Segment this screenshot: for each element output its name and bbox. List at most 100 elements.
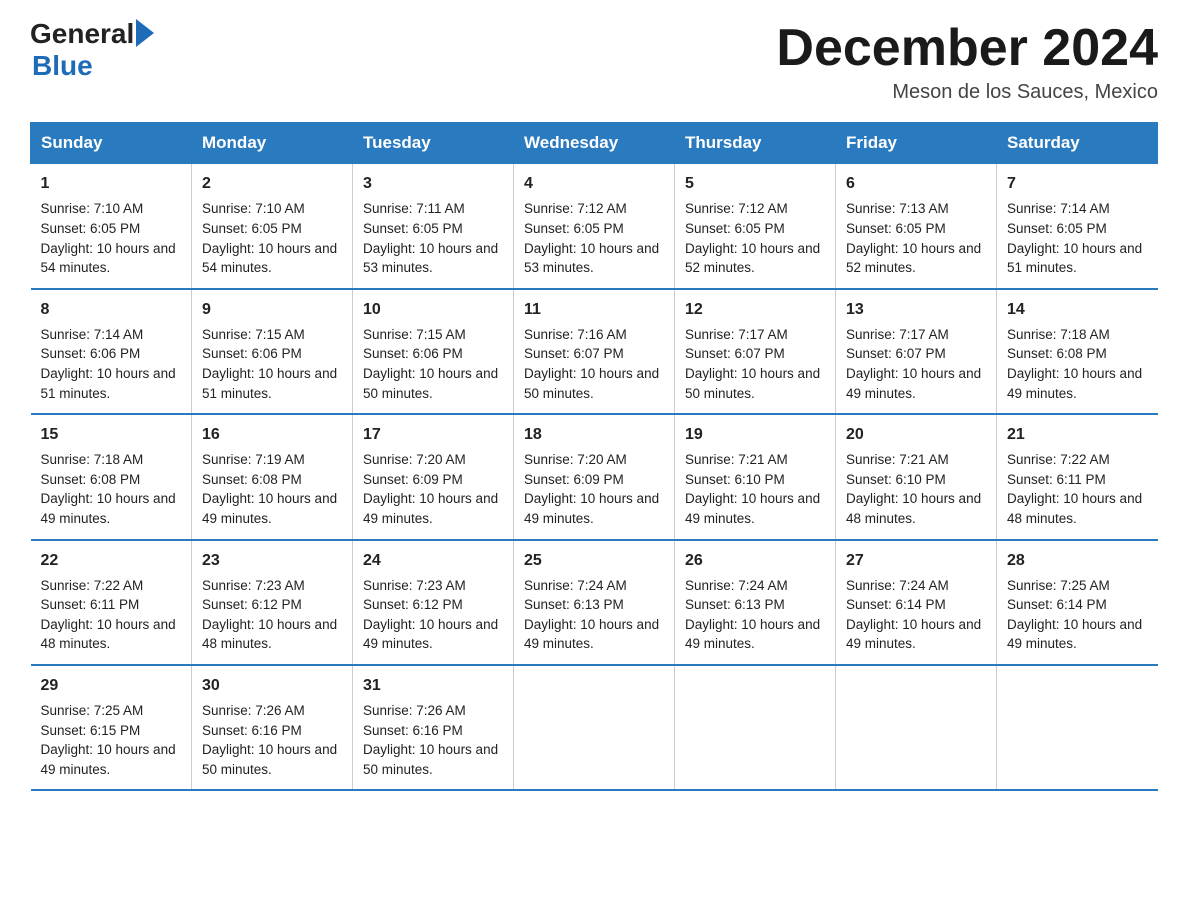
logo-general-text: General: [30, 20, 134, 48]
sunset-label: Sunset: 6:05 PM: [685, 221, 785, 236]
daylight-label: Daylight: 10 hours and 53 minutes.: [524, 241, 659, 276]
calendar-day-cell: [675, 665, 836, 790]
calendar-day-cell: [514, 665, 675, 790]
sunrise-label: Sunrise: 7:25 AM: [1007, 578, 1110, 593]
calendar-table: SundayMondayTuesdayWednesdayThursdayFrid…: [30, 122, 1158, 791]
daylight-label: Daylight: 10 hours and 49 minutes.: [846, 617, 981, 652]
sunrise-label: Sunrise: 7:10 AM: [202, 201, 305, 216]
calendar-day-cell: [836, 665, 997, 790]
calendar-day-cell: 20Sunrise: 7:21 AMSunset: 6:10 PMDayligh…: [836, 414, 997, 539]
sunrise-label: Sunrise: 7:21 AM: [846, 452, 949, 467]
day-number: 28: [1007, 549, 1148, 572]
calendar-day-cell: 18Sunrise: 7:20 AMSunset: 6:09 PMDayligh…: [514, 414, 675, 539]
calendar-day-cell: 21Sunrise: 7:22 AMSunset: 6:11 PMDayligh…: [997, 414, 1158, 539]
calendar-header-monday: Monday: [192, 123, 353, 164]
calendar-week-row: 22Sunrise: 7:22 AMSunset: 6:11 PMDayligh…: [31, 540, 1158, 665]
sunset-label: Sunset: 6:08 PM: [202, 472, 302, 487]
day-number: 15: [41, 423, 182, 446]
sunrise-label: Sunrise: 7:18 AM: [1007, 327, 1110, 342]
sunrise-label: Sunrise: 7:25 AM: [41, 703, 144, 718]
daylight-label: Daylight: 10 hours and 48 minutes.: [1007, 491, 1142, 526]
sunset-label: Sunset: 6:11 PM: [1007, 472, 1106, 487]
daylight-label: Daylight: 10 hours and 51 minutes.: [202, 366, 337, 401]
calendar-day-cell: 10Sunrise: 7:15 AMSunset: 6:06 PMDayligh…: [353, 289, 514, 414]
sunset-label: Sunset: 6:08 PM: [41, 472, 141, 487]
calendar-header-thursday: Thursday: [675, 123, 836, 164]
calendar-day-cell: 30Sunrise: 7:26 AMSunset: 6:16 PMDayligh…: [192, 665, 353, 790]
sunset-label: Sunset: 6:13 PM: [524, 597, 624, 612]
sunrise-label: Sunrise: 7:23 AM: [363, 578, 466, 593]
calendar-day-cell: 22Sunrise: 7:22 AMSunset: 6:11 PMDayligh…: [31, 540, 192, 665]
day-number: 31: [363, 674, 503, 697]
day-number: 5: [685, 172, 825, 195]
sunrise-label: Sunrise: 7:15 AM: [363, 327, 466, 342]
sunrise-label: Sunrise: 7:10 AM: [41, 201, 144, 216]
location: Meson de los Sauces, Mexico: [776, 81, 1158, 104]
sunset-label: Sunset: 6:05 PM: [524, 221, 624, 236]
daylight-label: Daylight: 10 hours and 53 minutes.: [363, 241, 498, 276]
calendar-day-cell: 26Sunrise: 7:24 AMSunset: 6:13 PMDayligh…: [675, 540, 836, 665]
calendar-header-friday: Friday: [836, 123, 997, 164]
sunrise-label: Sunrise: 7:22 AM: [41, 578, 144, 593]
sunset-label: Sunset: 6:16 PM: [363, 723, 463, 738]
day-number: 8: [41, 298, 182, 321]
calendar-week-row: 29Sunrise: 7:25 AMSunset: 6:15 PMDayligh…: [31, 665, 1158, 790]
daylight-label: Daylight: 10 hours and 50 minutes.: [202, 742, 337, 777]
daylight-label: Daylight: 10 hours and 49 minutes.: [363, 617, 498, 652]
calendar-day-cell: 29Sunrise: 7:25 AMSunset: 6:15 PMDayligh…: [31, 665, 192, 790]
day-number: 25: [524, 549, 664, 572]
sunset-label: Sunset: 6:10 PM: [846, 472, 946, 487]
daylight-label: Daylight: 10 hours and 48 minutes.: [202, 617, 337, 652]
calendar-day-cell: 13Sunrise: 7:17 AMSunset: 6:07 PMDayligh…: [836, 289, 997, 414]
day-number: 10: [363, 298, 503, 321]
sunset-label: Sunset: 6:15 PM: [41, 723, 141, 738]
sunrise-label: Sunrise: 7:14 AM: [1007, 201, 1110, 216]
day-number: 17: [363, 423, 503, 446]
sunrise-label: Sunrise: 7:11 AM: [363, 201, 465, 216]
sunrise-label: Sunrise: 7:24 AM: [524, 578, 627, 593]
day-number: 7: [1007, 172, 1148, 195]
sunrise-label: Sunrise: 7:24 AM: [846, 578, 949, 593]
sunrise-label: Sunrise: 7:20 AM: [524, 452, 627, 467]
sunrise-label: Sunrise: 7:21 AM: [685, 452, 788, 467]
daylight-label: Daylight: 10 hours and 51 minutes.: [1007, 241, 1142, 276]
day-number: 9: [202, 298, 342, 321]
sunset-label: Sunset: 6:05 PM: [1007, 221, 1107, 236]
sunrise-label: Sunrise: 7:16 AM: [524, 327, 627, 342]
calendar-day-cell: 7 Sunrise: 7:14 AM Sunset: 6:05 PM Daylight…: [997, 164, 1158, 289]
daylight-label: Daylight: 10 hours and 50 minutes.: [685, 366, 820, 401]
daylight-label: Daylight: 10 hours and 49 minutes.: [685, 491, 820, 526]
day-number: 11: [524, 298, 664, 321]
sunset-label: Sunset: 6:05 PM: [41, 221, 141, 236]
sunrise-label: Sunrise: 7:24 AM: [685, 578, 788, 593]
calendar-header-wednesday: Wednesday: [514, 123, 675, 164]
day-number: 24: [363, 549, 503, 572]
daylight-label: Daylight: 10 hours and 52 minutes.: [846, 241, 981, 276]
calendar-day-cell: 1Sunrise: 7:10 AMSunset: 6:05 PMDaylight…: [31, 164, 192, 289]
calendar-day-cell: 5Sunrise: 7:12 AMSunset: 6:05 PMDaylight…: [675, 164, 836, 289]
calendar-week-row: 1 Sunrise: 7:10 AM Sunset: 6:05 PM Daylight…: [31, 164, 1158, 289]
logo: General Blue: [30, 20, 154, 82]
sunrise-label: Sunrise: 7:14 AM: [41, 327, 144, 342]
sunset-label: Sunset: 6:06 PM: [41, 346, 141, 361]
daylight-label: Daylight: 10 hours and 49 minutes.: [202, 491, 337, 526]
day-number: 6: [846, 172, 986, 195]
daylight-label: Daylight: 10 hours and 49 minutes.: [846, 366, 981, 401]
calendar-day-cell: 19Sunrise: 7:21 AMSunset: 6:10 PMDayligh…: [675, 414, 836, 539]
day-number: 1: [41, 172, 182, 195]
calendar-day-cell: 31Sunrise: 7:26 AMSunset: 6:16 PMDayligh…: [353, 665, 514, 790]
day-number: 23: [202, 549, 342, 572]
calendar-day-cell: 28Sunrise: 7:25 AMSunset: 6:14 PMDayligh…: [997, 540, 1158, 665]
sunset-label: Sunset: 6:12 PM: [363, 597, 463, 612]
calendar-day-cell: 27Sunrise: 7:24 AMSunset: 6:14 PMDayligh…: [836, 540, 997, 665]
daylight-label: Daylight: 10 hours and 52 minutes.: [685, 241, 820, 276]
sunset-label: Sunset: 6:06 PM: [363, 346, 463, 361]
calendar-week-row: 8 Sunrise: 7:14 AM Sunset: 6:06 PM Daylight…: [31, 289, 1158, 414]
sunset-label: Sunset: 6:05 PM: [202, 221, 302, 236]
sunrise-label: Sunrise: 7:26 AM: [363, 703, 466, 718]
sunset-label: Sunset: 6:14 PM: [846, 597, 946, 612]
sunrise-label: Sunrise: 7:17 AM: [846, 327, 949, 342]
sunset-label: Sunset: 6:16 PM: [202, 723, 302, 738]
calendar-day-cell: [997, 665, 1158, 790]
day-number: 14: [1007, 298, 1148, 321]
